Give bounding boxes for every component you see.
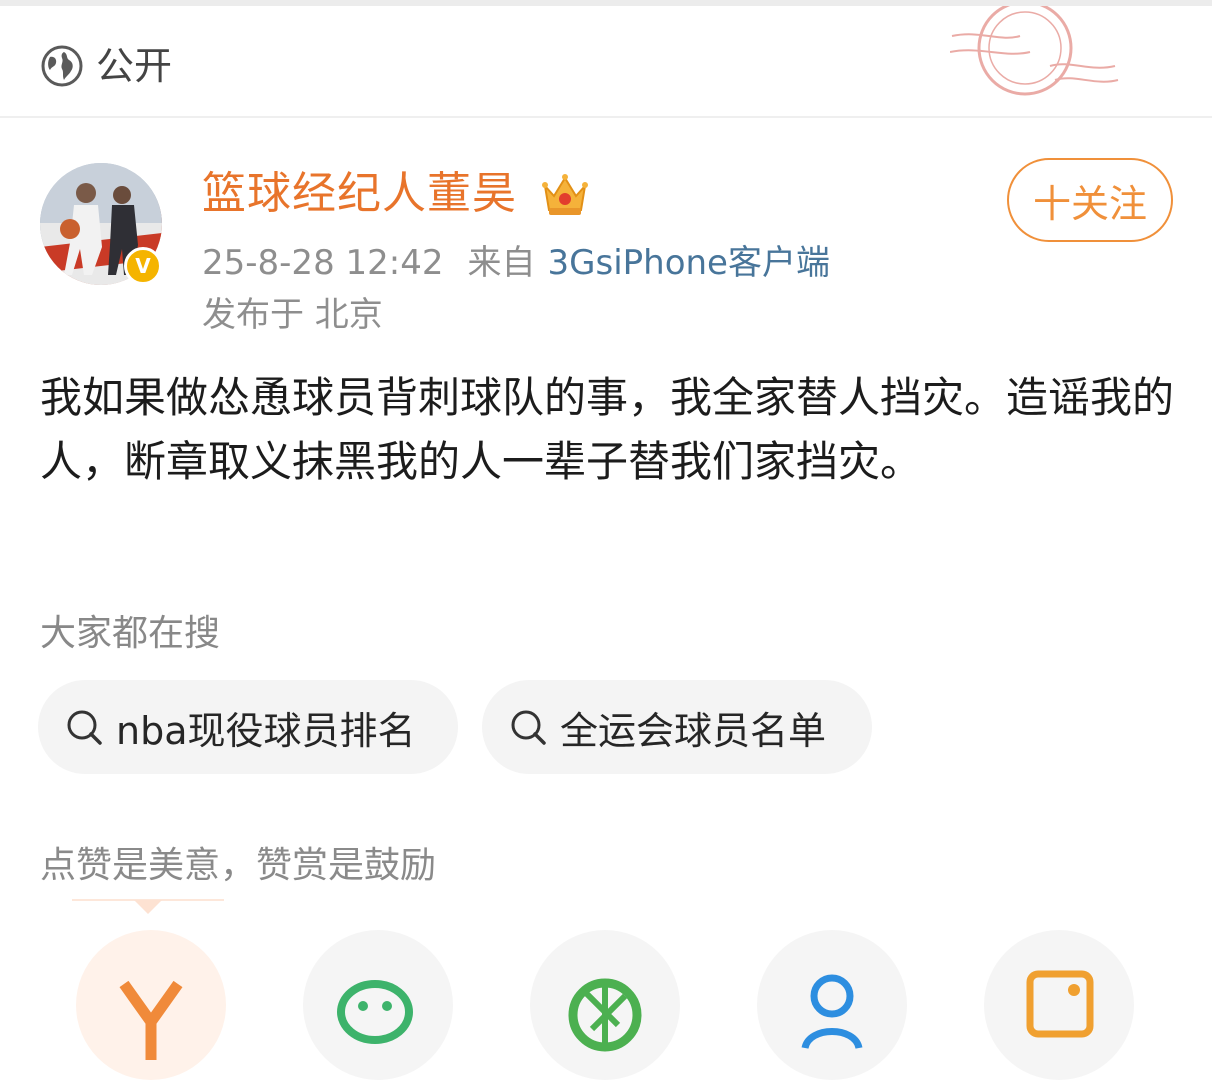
person-icon (801, 974, 863, 1050)
post-meta: 25-8-28 12:42 来自 3GsiPhone客户端 (202, 240, 830, 286)
search-icon (511, 710, 546, 745)
search-chip[interactable]: nba现役球员排名 (38, 680, 458, 774)
visibility-setting[interactable]: 公开 (40, 40, 172, 92)
image-icon (1026, 970, 1094, 1038)
reward-image-option[interactable] (984, 930, 1134, 1080)
trending-search-heading: 大家都在搜 (40, 613, 221, 654)
search-chip-label: 全运会球员名单 (560, 708, 827, 753)
author-name[interactable]: 篮球经纪人董昊 (202, 166, 517, 222)
post-source-label: 来自 (467, 243, 536, 283)
follow-button[interactable]: 十关注 (1007, 158, 1173, 242)
wechat-icon (337, 980, 413, 1044)
verified-badge-icon: V (124, 247, 162, 285)
post-location: 发布于 北京 (202, 295, 383, 335)
globe-icon (41, 45, 83, 87)
reward-yuan-option[interactable] (76, 930, 226, 1080)
selected-indicator (72, 899, 224, 914)
search-chip-label: nba现役球员排名 (116, 708, 416, 753)
post-client-link[interactable]: 3GsiPhone客户端 (548, 243, 830, 283)
search-chip[interactable]: 全运会球员名单 (482, 680, 872, 774)
reward-aperture-option[interactable] (530, 930, 680, 1080)
post-time: 25-8-28 12:42 (202, 243, 444, 283)
search-icon (67, 710, 102, 745)
post-body: 我如果做怂恿球员背刺球队的事，我全家替人挡灾。造谣我的人，断章取义抹黑我的人一辈… (40, 373, 1175, 486)
stamp-watermark (949, 0, 1120, 116)
reward-wechat-option[interactable] (303, 930, 453, 1080)
reward-prompt: 点赞是美意，赞赏是鼓励 (40, 845, 437, 886)
crown-icon[interactable] (540, 172, 590, 218)
visibility-bar: 公开 (0, 0, 1212, 118)
visibility-label: 公开 (96, 44, 173, 88)
aperture-icon (568, 978, 642, 1052)
reward-person-option[interactable] (757, 930, 907, 1080)
yuan-icon (119, 980, 183, 1060)
